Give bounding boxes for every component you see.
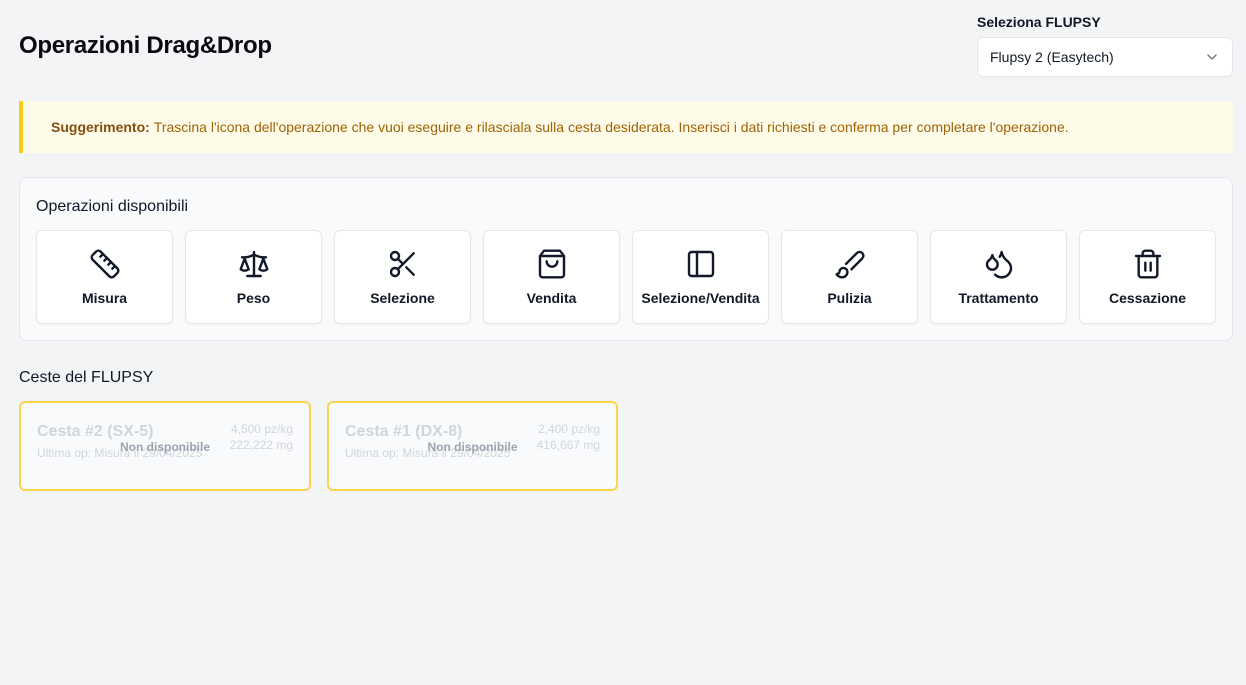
- basket-density: 4,500 pz/kg: [230, 422, 293, 436]
- op-vendita[interactable]: Vendita: [483, 230, 620, 324]
- flupsy-select-value: Flupsy 2 (Easytech): [990, 49, 1114, 65]
- op-label: Vendita: [526, 290, 577, 306]
- flupsy-select[interactable]: Flupsy 2 (Easytech): [977, 37, 1233, 77]
- panel-left-icon: [687, 250, 714, 278]
- trash-icon: [1134, 249, 1161, 279]
- op-cessazione[interactable]: Cessazione: [1079, 230, 1216, 324]
- basket-card[interactable]: Cesta #1 (DX-8) Ultima op: Misura il 29/…: [327, 401, 618, 491]
- basket-name: Cesta #2 (SX-5): [37, 423, 154, 440]
- baskets-title: Ceste del FLUPSY: [19, 369, 154, 386]
- scale-icon: [238, 250, 269, 278]
- droplets-icon: [985, 250, 1012, 279]
- basket-name: Cesta #1 (DX-8): [345, 423, 463, 440]
- op-misura[interactable]: Misura: [36, 230, 173, 324]
- flupsy-selector: Seleziona FLUPSY Flupsy 2 (Easytech): [977, 14, 1233, 77]
- op-label: Trattamento: [958, 290, 1039, 306]
- op-label: Pulizia: [827, 290, 872, 306]
- op-label: Cessazione: [1108, 290, 1187, 306]
- op-peso[interactable]: Peso: [185, 230, 322, 324]
- op-label: Selezione: [370, 290, 435, 306]
- op-label: Selezione/Vendita: [641, 290, 760, 306]
- op-selezione-vendita[interactable]: Selezione/Vendita: [632, 230, 769, 324]
- op-trattamento[interactable]: Trattamento: [930, 230, 1067, 324]
- hint-text: Trascina l'icona dell'operazione che vuo…: [153, 119, 1069, 135]
- page-title: Operazioni Drag&Drop: [19, 32, 272, 59]
- basket-density: 2,400 pz/kg: [537, 422, 600, 436]
- chevron-down-icon: [1207, 54, 1217, 60]
- operations-panel: Operazioni disponibili Misura Peso Selez…: [19, 177, 1233, 341]
- op-selezione[interactable]: Selezione: [334, 230, 471, 324]
- flupsy-select-label: Seleziona FLUPSY: [977, 14, 1101, 30]
- op-label: Peso: [236, 290, 271, 306]
- shopping-bag-icon: [538, 249, 565, 279]
- hint-banner: Suggerimento: Trascina l'icona dell'oper…: [19, 101, 1233, 153]
- op-pulizia[interactable]: Pulizia: [781, 230, 918, 324]
- operations-grid: Misura Peso Selezione Vendita Selezione/…: [36, 230, 1216, 324]
- basket-status: Non disponibile: [120, 440, 210, 454]
- ruler-icon: [89, 249, 120, 279]
- operations-title: Operazioni disponibili: [36, 198, 189, 215]
- scissors-icon: [389, 250, 415, 278]
- brush-icon: [834, 250, 865, 279]
- basket-status: Non disponibile: [427, 440, 518, 454]
- hint-label: Suggerimento:: [51, 119, 150, 135]
- op-label: Misura: [81, 290, 128, 306]
- basket-card[interactable]: Cesta #2 (SX-5) Ultima op: Misura il 29/…: [19, 401, 311, 491]
